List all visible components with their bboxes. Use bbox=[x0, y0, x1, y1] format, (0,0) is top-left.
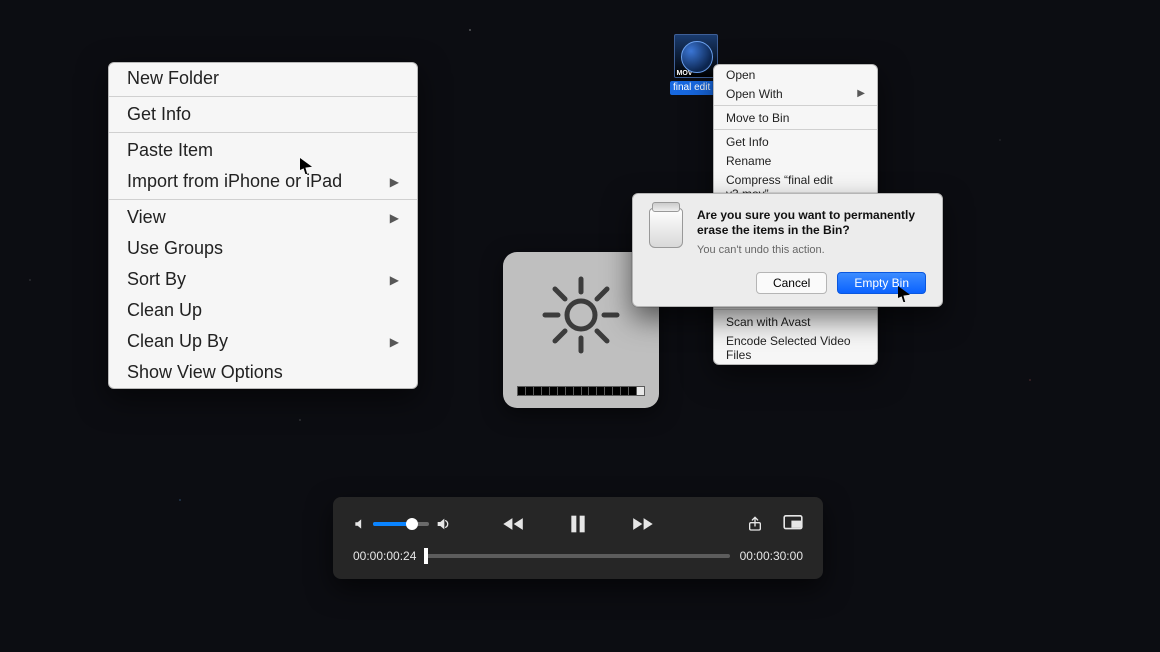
file-badge: MOV bbox=[675, 70, 695, 77]
desktop-menu-item[interactable]: Import from iPhone or iPad ▶ bbox=[109, 166, 417, 197]
brightness-segment bbox=[534, 387, 542, 395]
desktop-menu-item[interactable]: Clean Up By ▶ bbox=[109, 326, 417, 357]
menu-item-label: New Folder bbox=[127, 68, 219, 89]
menu-item-label: Get Info bbox=[127, 104, 191, 125]
desktop-menu-item[interactable]: Paste Item bbox=[109, 135, 417, 166]
desktop-menu-item[interactable]: Show View Options bbox=[109, 357, 417, 388]
trash-icon bbox=[649, 208, 683, 248]
desktop-context-menu: New Folder Get Info Paste Item Import from … bbox=[108, 62, 418, 389]
menu-item-label: Open bbox=[726, 68, 755, 82]
video-player-controls: 00:00:00:24 00:00:30:00 bbox=[333, 497, 823, 579]
chevron-right-icon: ▶ bbox=[390, 335, 399, 349]
volume-control[interactable] bbox=[353, 516, 451, 532]
menu-item-label: Import from iPhone or iPad bbox=[127, 171, 342, 192]
brightness-segment bbox=[597, 387, 605, 395]
menu-separator bbox=[714, 129, 877, 130]
menu-item-label: Move to Bin bbox=[726, 111, 789, 125]
desktop-menu-item[interactable]: Clean Up bbox=[109, 295, 417, 326]
chevron-right-icon: ▶ bbox=[390, 273, 399, 287]
brightness-segment bbox=[550, 387, 558, 395]
brightness-segment bbox=[637, 387, 644, 395]
brightness-icon bbox=[538, 272, 624, 358]
chevron-right-icon: ▶ bbox=[857, 88, 865, 99]
menu-item-label: Show View Options bbox=[127, 362, 283, 383]
desktop-menu-item[interactable]: New Folder bbox=[109, 63, 417, 94]
menu-separator bbox=[109, 132, 417, 133]
empty-bin-dialog: Are you sure you want to permanently era… bbox=[632, 193, 943, 307]
menu-item-label: Rename bbox=[726, 154, 771, 168]
brightness-segment bbox=[605, 387, 613, 395]
file-menu-item[interactable]: Open bbox=[714, 65, 877, 84]
dialog-subtitle: You can't undo this action. bbox=[697, 244, 926, 256]
brightness-segment bbox=[589, 387, 597, 395]
total-time: 00:00:30:00 bbox=[740, 549, 803, 563]
desktop-menu-item[interactable]: Sort By ▶ bbox=[109, 264, 417, 295]
share-icon[interactable] bbox=[747, 515, 763, 533]
menu-item-label: Encode Selected Video Files bbox=[726, 334, 865, 362]
menu-separator bbox=[714, 105, 877, 106]
brightness-segment bbox=[582, 387, 590, 395]
cancel-button[interactable]: Cancel bbox=[756, 272, 827, 294]
chevron-right-icon: ▶ bbox=[390, 211, 399, 225]
pip-icon[interactable] bbox=[783, 515, 803, 533]
brightness-segment bbox=[542, 387, 550, 395]
brightness-segment bbox=[621, 387, 629, 395]
desktop-menu-item[interactable]: Use Groups bbox=[109, 233, 417, 264]
volume-up-icon[interactable] bbox=[435, 516, 451, 532]
menu-item-label: Paste Item bbox=[127, 140, 213, 161]
brightness-segment bbox=[526, 387, 534, 395]
menu-separator bbox=[109, 199, 417, 200]
seek-bar[interactable] bbox=[426, 554, 729, 558]
volume-down-icon[interactable] bbox=[353, 517, 367, 531]
menu-separator bbox=[109, 96, 417, 97]
menu-separator bbox=[714, 309, 877, 310]
brightness-level-bar bbox=[517, 386, 645, 396]
rewind-button[interactable] bbox=[502, 514, 528, 534]
chevron-right-icon: ▶ bbox=[390, 175, 399, 189]
file-thumbnail-icon: MOV bbox=[674, 34, 718, 78]
current-time: 00:00:00:24 bbox=[353, 549, 416, 563]
file-menu-item[interactable]: Get Info bbox=[714, 132, 877, 151]
brightness-segment bbox=[558, 387, 566, 395]
desktop-menu-item[interactable]: Get Info bbox=[109, 99, 417, 130]
forward-button[interactable] bbox=[628, 514, 654, 534]
menu-item-label: View bbox=[127, 207, 166, 228]
file-menu-item[interactable]: Open With ▶ bbox=[714, 84, 877, 103]
pause-button[interactable] bbox=[568, 512, 588, 536]
brightness-segment bbox=[613, 387, 621, 395]
menu-item-label: Open With bbox=[726, 87, 783, 101]
brightness-segment bbox=[566, 387, 574, 395]
volume-slider[interactable] bbox=[373, 522, 429, 526]
menu-item-label: Clean Up bbox=[127, 300, 202, 321]
brightness-segment bbox=[574, 387, 582, 395]
dialog-title: Are you sure you want to permanently era… bbox=[697, 208, 926, 238]
file-menu-item[interactable]: Move to Bin bbox=[714, 108, 877, 127]
menu-item-label: Get Info bbox=[726, 135, 769, 149]
menu-item-label: Clean Up By bbox=[127, 331, 228, 352]
brightness-segment bbox=[518, 387, 526, 395]
menu-item-label: Use Groups bbox=[127, 238, 223, 259]
empty-bin-button[interactable]: Empty Bin bbox=[837, 272, 926, 294]
desktop-menu-item[interactable]: View ▶ bbox=[109, 202, 417, 233]
file-menu-item[interactable]: Rename bbox=[714, 151, 877, 170]
menu-item-label: Sort By bbox=[127, 269, 186, 290]
file-menu-item[interactable]: Encode Selected Video Files bbox=[714, 331, 877, 364]
menu-item-label: Scan with Avast bbox=[726, 315, 811, 329]
brightness-segment bbox=[629, 387, 637, 395]
file-menu-item[interactable]: Scan with Avast bbox=[714, 312, 877, 331]
